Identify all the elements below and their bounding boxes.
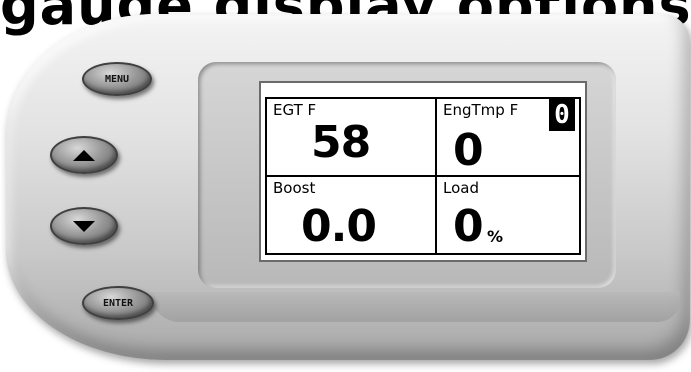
gauge-load-label: Load xyxy=(443,179,479,197)
down-button[interactable] xyxy=(50,207,118,245)
screen-page-badge: 0 xyxy=(549,99,575,131)
enter-button-label: ENTER xyxy=(102,297,134,309)
gauge-egt-value: 58 xyxy=(311,117,371,168)
gauge-boost-value: 0.0 xyxy=(301,201,377,252)
gauge-engine-temp[interactable]: EngTmp F 0 0 xyxy=(435,97,581,177)
up-arrow-icon xyxy=(73,149,95,161)
enter-button[interactable]: ENTER xyxy=(82,286,154,320)
gauge-egt[interactable]: EGT F 58 xyxy=(265,97,437,177)
gauge-boost[interactable]: Boost 0.0 xyxy=(265,175,437,255)
down-arrow-icon xyxy=(73,220,95,232)
menu-button-label: MENU xyxy=(104,73,130,85)
gauge-load-unit: % xyxy=(487,227,504,246)
gauge-engine-temp-label: EngTmp F xyxy=(443,101,519,119)
gauge-load[interactable]: Load 0 % xyxy=(435,175,581,255)
device-lower-edge xyxy=(150,292,680,322)
gauge-engine-temp-value: 0 xyxy=(453,125,484,176)
lcd-screen: EGT F 58 EngTmp F 0 0 Boost 0.0 Load 0 % xyxy=(259,81,587,262)
gauge-boost-label: Boost xyxy=(273,179,316,197)
up-button[interactable] xyxy=(50,136,118,174)
menu-button[interactable]: MENU xyxy=(82,62,152,96)
gauge-egt-label: EGT F xyxy=(273,101,317,119)
gauge-load-value: 0 xyxy=(453,201,484,252)
